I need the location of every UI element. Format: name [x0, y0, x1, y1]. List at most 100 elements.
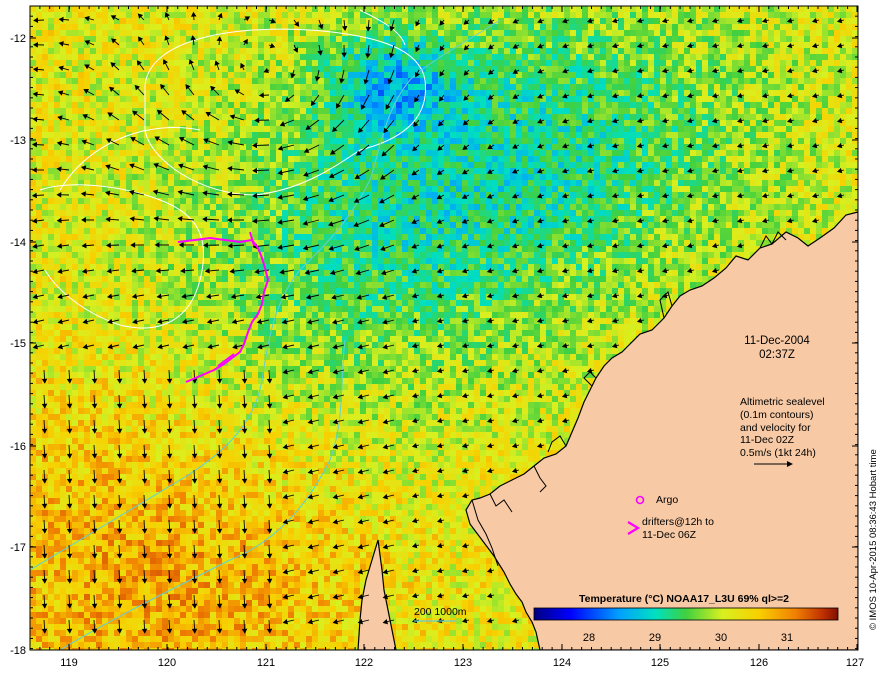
- sst-pixel: [408, 42, 414, 48]
- sst-pixel: [582, 114, 588, 120]
- sst-pixel: [588, 126, 594, 132]
- sst-pixel: [174, 222, 180, 228]
- sst-pixel: [570, 216, 576, 222]
- sst-pixel: [540, 132, 546, 138]
- sst-pixel: [108, 132, 114, 138]
- sst-pixel: [228, 30, 234, 36]
- sst-pixel: [48, 138, 54, 144]
- sst-pixel: [750, 168, 756, 174]
- sst-pixel: [432, 204, 438, 210]
- sst-pixel: [198, 198, 204, 204]
- sst-pixel: [528, 150, 534, 156]
- sst-pixel: [588, 150, 594, 156]
- sst-pixel: [270, 48, 276, 54]
- sst-pixel: [144, 198, 150, 204]
- sst-pixel: [498, 30, 504, 36]
- sst-pixel: [702, 12, 708, 18]
- sst-pixel: [600, 48, 606, 54]
- sst-pixel: [204, 60, 210, 66]
- sst-pixel: [522, 186, 528, 192]
- sst-pixel: [480, 78, 486, 84]
- sst-pixel: [588, 138, 594, 144]
- sst-pixel: [378, 96, 384, 102]
- sst-pixel: [306, 12, 312, 18]
- sst-pixel: [792, 102, 798, 108]
- sst-pixel: [324, 108, 330, 114]
- sst-pixel: [312, 126, 318, 132]
- sst-pixel: [726, 102, 732, 108]
- sst-pixel: [360, 18, 366, 24]
- sst-pixel: [564, 186, 570, 192]
- sst-pixel: [90, 210, 96, 216]
- sst-pixel: [396, 24, 402, 30]
- sst-pixel: [522, 156, 528, 162]
- sst-pixel: [402, 96, 408, 102]
- sst-pixel: [372, 72, 378, 78]
- sst-pixel: [144, 6, 150, 12]
- sst-pixel: [558, 210, 564, 216]
- sst-pixel: [594, 144, 600, 150]
- sst-pixel: [444, 90, 450, 96]
- sst-pixel: [624, 108, 630, 114]
- sst-pixel: [780, 168, 786, 174]
- sst-pixel: [624, 96, 630, 102]
- sst-pixel: [546, 168, 552, 174]
- sst-pixel: [54, 156, 60, 162]
- sst-pixel: [726, 12, 732, 18]
- sst-pixel: [246, 84, 252, 90]
- sst-pixel: [732, 192, 738, 198]
- sst-pixel: [174, 150, 180, 156]
- sst-pixel: [756, 96, 762, 102]
- sst-pixel: [678, 72, 684, 78]
- sst-pixel: [678, 108, 684, 114]
- sst-pixel: [810, 72, 816, 78]
- sst-pixel: [678, 150, 684, 156]
- sst-pixel: [438, 174, 444, 180]
- sst-pixel: [702, 174, 708, 180]
- sst-pixel: [174, 36, 180, 42]
- sst-pixel: [828, 12, 834, 18]
- sst-pixel: [780, 6, 786, 12]
- sst-pixel: [30, 102, 36, 108]
- sst-pixel: [186, 180, 192, 186]
- sst-pixel: [528, 204, 534, 210]
- sst-pixel: [726, 126, 732, 132]
- sst-pixel: [282, 150, 288, 156]
- sst-pixel: [432, 6, 438, 12]
- sst-pixel: [378, 48, 384, 54]
- sst-pixel: [450, 12, 456, 18]
- sst-pixel: [48, 204, 54, 210]
- sst-pixel: [150, 6, 156, 12]
- sst-pixel: [234, 96, 240, 102]
- sst-pixel: [588, 84, 594, 90]
- sst-pixel: [264, 150, 270, 156]
- sst-pixel: [42, 84, 48, 90]
- sst-pixel: [324, 144, 330, 150]
- sst-pixel: [72, 24, 78, 30]
- sst-pixel: [228, 42, 234, 48]
- sst-pixel: [498, 54, 504, 60]
- sst-pixel: [780, 96, 786, 102]
- sst-pixel: [54, 72, 60, 78]
- sst-pixel: [744, 126, 750, 132]
- sst-pixel: [138, 204, 144, 210]
- sst-pixel: [546, 6, 552, 12]
- sst-pixel: [198, 114, 204, 120]
- sst-pixel: [42, 114, 48, 120]
- sst-pixel: [450, 180, 456, 186]
- sst-pixel: [744, 162, 750, 168]
- sst-pixel: [696, 24, 702, 30]
- sst-pixel: [648, 108, 654, 114]
- sst-pixel: [624, 150, 630, 156]
- sst-pixel: [84, 54, 90, 60]
- sst-pixel: [396, 210, 402, 216]
- sst-pixel: [768, 198, 774, 204]
- sst-pixel: [498, 150, 504, 156]
- sst-pixel: [120, 114, 126, 120]
- sst-pixel: [474, 96, 480, 102]
- sst-pixel: [354, 102, 360, 108]
- sst-pixel: [150, 222, 156, 228]
- sst-pixel: [786, 138, 792, 144]
- sst-pixel: [570, 198, 576, 204]
- sst-pixel: [600, 156, 606, 162]
